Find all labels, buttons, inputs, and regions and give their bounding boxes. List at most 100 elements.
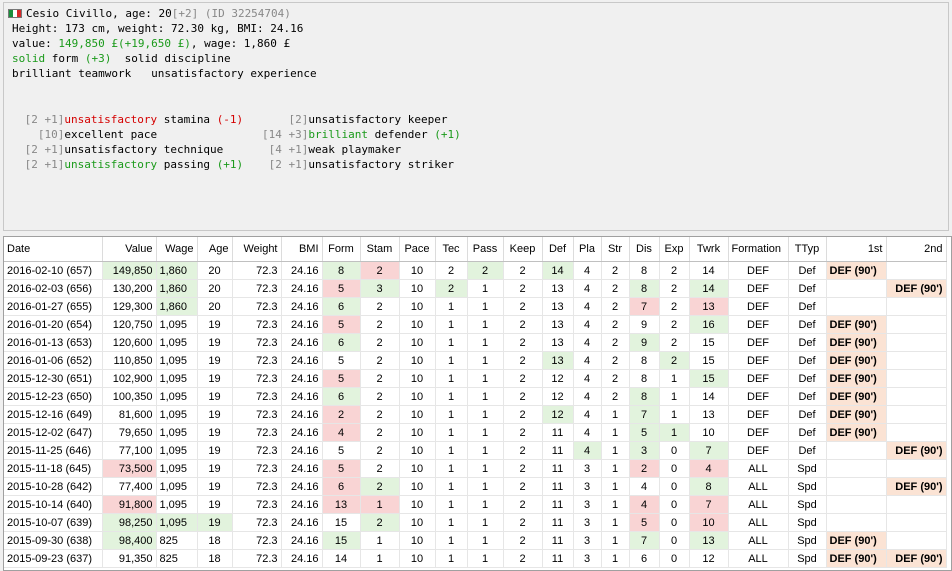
cell-2nd bbox=[886, 333, 947, 352]
column-header-formation[interactable]: Formation bbox=[728, 237, 789, 262]
column-header-date[interactable]: Date bbox=[4, 237, 103, 262]
table-row[interactable]: 2015-11-18 (645) 73,500 1,095 19 72.3 24.16 5 2… bbox=[4, 459, 947, 478]
cell-2nd bbox=[886, 531, 947, 550]
table-row[interactable]: 2016-01-27 (655) 129,300 1,860 20 72.3 24.16 6… bbox=[4, 297, 947, 316]
column-header-pla[interactable]: Pla bbox=[573, 237, 602, 262]
cell-tec: 2 bbox=[435, 279, 468, 298]
cell-formation: ALL bbox=[728, 513, 789, 532]
cell-2nd: DEF (90') bbox=[886, 477, 947, 496]
cell-2nd bbox=[886, 261, 947, 280]
cell-keep: 2 bbox=[503, 369, 543, 388]
cell-weight: 72.3 bbox=[232, 549, 282, 568]
history-table: Date Value Wage Age Weight BMI Form Stam Pace Tec… bbox=[4, 237, 947, 568]
cell-dis: 8 bbox=[629, 279, 660, 298]
cell-pace: 10 bbox=[399, 261, 436, 280]
table-row[interactable]: 2015-11-25 (646) 77,100 1,095 19 72.3 24.16 5 2… bbox=[4, 441, 947, 460]
table-row[interactable]: 2016-02-03 (656) 130,200 1,860 20 72.3 24.16 5… bbox=[4, 279, 947, 298]
cell-date: 2015-12-30 (651) bbox=[4, 369, 103, 388]
table-row[interactable]: 2015-12-16 (649) 81,600 1,095 19 72.3 24.16 2 2… bbox=[4, 405, 947, 424]
cell-str: 1 bbox=[601, 477, 630, 496]
cell-value: 129,300 bbox=[102, 297, 157, 316]
table-row[interactable]: 2015-12-02 (647) 79,650 1,095 19 72.3 24.16 4 2… bbox=[4, 423, 947, 442]
table-row[interactable]: 2015-10-28 (642) 77,400 1,095 19 72.3 24.16 6 2… bbox=[4, 477, 947, 496]
cell-ttyp: Spd bbox=[788, 513, 827, 532]
cell-pass: 1 bbox=[467, 405, 504, 424]
cell-form: 2 bbox=[322, 405, 361, 424]
column-header-value[interactable]: Value bbox=[102, 237, 157, 262]
table-row[interactable]: 2016-01-06 (652) 110,850 1,095 19 72.3 24.16 5… bbox=[4, 351, 947, 370]
column-header-stam[interactable]: Stam bbox=[360, 237, 400, 262]
cell-bmi: 24.16 bbox=[281, 261, 323, 280]
cell-dis: 9 bbox=[629, 333, 660, 352]
cell-age: 19 bbox=[197, 333, 233, 352]
table-row[interactable]: 2015-12-30 (651) 102,900 1,095 19 72.3 24.16 5… bbox=[4, 369, 947, 388]
cell-pace: 10 bbox=[399, 333, 436, 352]
column-header-dis[interactable]: Dis bbox=[629, 237, 660, 262]
cell-pass: 1 bbox=[467, 315, 504, 334]
cell-pace: 10 bbox=[399, 351, 436, 370]
cell-dis: 2 bbox=[629, 459, 660, 478]
cell-form: 4 bbox=[322, 423, 361, 442]
table-row[interactable]: 2015-10-07 (639) 98,250 1,095 19 72.3 24.16 15… bbox=[4, 513, 947, 532]
cell-ttyp: Def bbox=[788, 333, 827, 352]
column-header-pass[interactable]: Pass bbox=[467, 237, 504, 262]
column-header-exp[interactable]: Exp bbox=[659, 237, 690, 262]
cell-pla: 3 bbox=[573, 513, 602, 532]
cell-1st bbox=[826, 495, 887, 514]
column-header-form[interactable]: Form bbox=[322, 237, 361, 262]
cell-1st: DEF (90') bbox=[826, 423, 887, 442]
cell-weight: 72.3 bbox=[232, 495, 282, 514]
table-row[interactable]: 2015-09-23 (637) 91,350 825 18 72.3 24.16 14 1 1… bbox=[4, 549, 947, 568]
table-row[interactable]: 2016-01-20 (654) 120,750 1,095 19 72.3 24.16 5… bbox=[4, 315, 947, 334]
cell-wage: 1,095 bbox=[156, 315, 198, 334]
cell-pace: 10 bbox=[399, 279, 436, 298]
table-row[interactable]: 2015-10-14 (640) 91,800 1,095 19 72.3 24.16 13… bbox=[4, 495, 947, 514]
cell-ttyp: Def bbox=[788, 315, 827, 334]
cell-bmi: 24.16 bbox=[281, 549, 323, 568]
cell-weight: 72.3 bbox=[232, 369, 282, 388]
column-header-ttyp[interactable]: TTyp bbox=[788, 237, 827, 262]
column-header-age[interactable]: Age bbox=[197, 237, 233, 262]
cell-pass: 1 bbox=[467, 459, 504, 478]
cell-2nd bbox=[886, 387, 947, 406]
cell-def: 13 bbox=[542, 297, 574, 316]
cell-pace: 10 bbox=[399, 531, 436, 550]
column-header-keep[interactable]: Keep bbox=[503, 237, 543, 262]
cell-exp: 2 bbox=[659, 333, 690, 352]
column-header-str[interactable]: Str bbox=[601, 237, 630, 262]
column-header-weight[interactable]: Weight bbox=[232, 237, 282, 262]
cell-str: 1 bbox=[601, 495, 630, 514]
column-header-twrk[interactable]: Twrk bbox=[689, 237, 729, 262]
cell-stam: 3 bbox=[360, 279, 400, 298]
cell-str: 2 bbox=[601, 261, 630, 280]
column-header-def[interactable]: Def bbox=[542, 237, 574, 262]
cell-str: 1 bbox=[601, 441, 630, 460]
cell-1st: DEF (90') bbox=[826, 261, 887, 280]
history-table-container: Date Value Wage Age Weight BMI Form Stam Pace Tec… bbox=[3, 236, 952, 571]
table-row[interactable]: 2015-12-23 (650) 100,350 1,095 19 72.3 24.16 6… bbox=[4, 387, 947, 406]
cell-weight: 72.3 bbox=[232, 297, 282, 316]
cell-date: 2016-01-06 (652) bbox=[4, 351, 103, 370]
column-header-tec[interactable]: Tec bbox=[435, 237, 468, 262]
cell-bmi: 24.16 bbox=[281, 459, 323, 478]
cell-formation: DEF bbox=[728, 279, 789, 298]
cell-ttyp: Def bbox=[788, 423, 827, 442]
column-header-pace[interactable]: Pace bbox=[399, 237, 436, 262]
table-row[interactable]: 2016-02-10 (657) 149,850 1,860 20 72.3 24.16 8… bbox=[4, 261, 947, 280]
column-header-bmi[interactable]: BMI bbox=[281, 237, 323, 262]
column-header-1st[interactable]: 1st bbox=[826, 237, 887, 262]
cell-age: 19 bbox=[197, 405, 233, 424]
cell-tec: 1 bbox=[435, 495, 468, 514]
cell-pla: 4 bbox=[573, 297, 602, 316]
column-header-2nd[interactable]: 2nd bbox=[886, 237, 947, 262]
cell-exp: 0 bbox=[659, 531, 690, 550]
cell-form: 5 bbox=[322, 351, 361, 370]
cell-twrk: 13 bbox=[689, 531, 729, 550]
cell-keep: 2 bbox=[503, 531, 543, 550]
table-row[interactable]: 2016-01-13 (653) 120,600 1,095 19 72.3 24.16 6… bbox=[4, 333, 947, 352]
table-row[interactable]: 2015-09-30 (638) 98,400 825 18 72.3 24.16 15 1 1… bbox=[4, 531, 947, 550]
skill-line: [2 +1]unsatisfactory stamina (-1) bbox=[18, 113, 244, 126]
cell-pace: 10 bbox=[399, 477, 436, 496]
cell-bmi: 24.16 bbox=[281, 369, 323, 388]
column-header-wage[interactable]: Wage bbox=[156, 237, 198, 262]
